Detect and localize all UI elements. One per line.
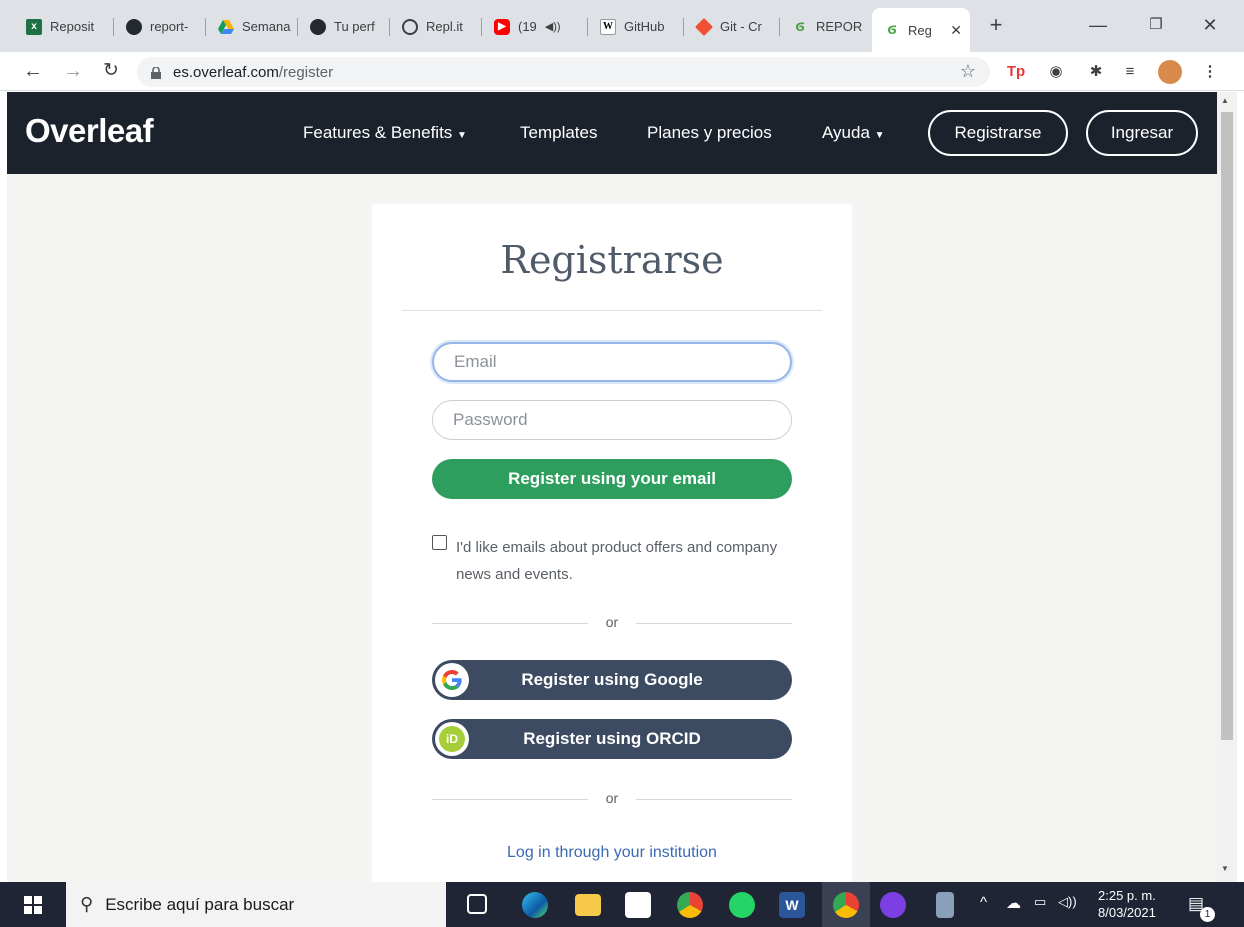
nav-templates[interactable]: Templates — [520, 123, 597, 143]
git-icon — [694, 17, 714, 36]
caret-down-icon: ▼ — [457, 130, 467, 141]
or-separator: or — [432, 614, 792, 634]
overleaf-icon: ϭ — [887, 21, 897, 38]
audio-playing-icon: ◀)) — [544, 21, 561, 33]
store-icon[interactable] — [625, 892, 651, 918]
new-tab-button[interactable]: + — [974, 10, 1018, 40]
browser-tab[interactable]: Repl.it — [390, 9, 482, 44]
file-explorer-icon[interactable] — [575, 894, 601, 916]
wikipedia-icon: W — [600, 18, 616, 35]
bookmark-star-icon[interactable]: ☆ — [960, 61, 976, 82]
browser-tab[interactable]: x Reposit — [14, 9, 114, 44]
nav-register-button[interactable]: Registrarse — [928, 110, 1068, 156]
notification-count-badge: 1 — [1200, 907, 1215, 922]
taskbar-search-box[interactable]: ⚲ Escribe aquí para buscar — [66, 882, 446, 927]
nav-login-button[interactable]: Ingresar — [1086, 110, 1198, 156]
institution-login-link[interactable]: Log in through your institution — [372, 844, 852, 862]
browser-tab[interactable]: W GitHub — [588, 9, 684, 44]
page-viewport: Overleaf Features & Benefits ▼ Templates… — [7, 92, 1217, 882]
browser-menu-icon[interactable]: ⋮ — [1198, 60, 1222, 84]
checkbox-label: I'd like emails about product offers and… — [456, 539, 778, 583]
word-icon[interactable]: W — [779, 892, 805, 918]
password-input[interactable] — [432, 400, 792, 440]
youtube-icon: ▶ — [494, 18, 510, 35]
extensions-puzzle-icon[interactable]: ✱ — [1084, 60, 1108, 84]
nav-plans[interactable]: Planes y precios — [647, 123, 772, 143]
url-text: es.overleaf.com/register — [173, 63, 334, 81]
taskbar-clock[interactable]: 2:25 p. m. 8/03/2021 — [1098, 887, 1156, 921]
brave-icon[interactable] — [880, 892, 906, 918]
google-icon — [435, 663, 469, 697]
extension-tp-icon[interactable]: Tp — [1004, 60, 1028, 84]
extension-record-icon[interactable]: ◉ — [1044, 60, 1068, 84]
github-icon — [310, 18, 326, 35]
chrome-icon[interactable] — [677, 892, 703, 918]
browser-tab[interactable]: report- — [114, 9, 206, 44]
browser-tab[interactable]: ▶ (19 ◀)) — [482, 9, 588, 44]
scroll-up-arrow-icon[interactable]: ▲ — [1221, 96, 1229, 105]
back-button[interactable]: ← — [18, 56, 48, 86]
scrollbar-thumb[interactable] — [1221, 112, 1233, 740]
replit-icon — [402, 18, 418, 35]
email-input[interactable] — [432, 342, 792, 382]
register-email-button[interactable]: Register using your email — [432, 459, 792, 499]
excel-icon: x — [26, 18, 42, 35]
google-drive-icon — [218, 19, 234, 35]
caret-down-icon: ▼ — [874, 130, 885, 141]
onedrive-icon[interactable]: ☁ — [1006, 894, 1021, 912]
page-scrollbar[interactable]: ▲ ▼ — [1217, 92, 1237, 882]
register-orcid-button[interactable]: iD Register using ORCID — [432, 719, 792, 759]
browser-tab-strip: x Reposit report- Semana Tu perf Repl.it… — [0, 0, 1244, 52]
page-title: Registrarse — [500, 238, 724, 282]
browser-toolbar: ← → ↻ es.overleaf.com/register ☆ Tp ◉ ✱ … — [0, 52, 1244, 91]
search-icon: ⚲ — [80, 894, 94, 914]
tray-expand-icon[interactable]: ^ — [980, 894, 987, 911]
whatsapp-icon[interactable] — [729, 892, 755, 918]
or-separator: or — [432, 790, 792, 810]
nav-help-dropdown[interactable]: Ayuda ▼ — [822, 123, 885, 143]
address-bar[interactable]: es.overleaf.com/register ☆ — [137, 57, 990, 87]
volume-icon[interactable]: ◁)) — [1058, 894, 1077, 910]
windows-logo-icon — [24, 895, 42, 914]
browser-tab[interactable]: Tu perf — [298, 9, 390, 44]
orcid-icon: iD — [435, 722, 469, 756]
media-control-icon[interactable]: ≡ — [1118, 60, 1142, 84]
github-icon — [126, 18, 142, 35]
overleaf-icon: ϭ — [795, 17, 805, 35]
forward-button[interactable]: → — [58, 56, 88, 86]
close-window-button[interactable]: ✕ — [1188, 10, 1232, 40]
divider — [402, 310, 822, 311]
marketing-emails-checkbox[interactable] — [432, 535, 447, 550]
overleaf-logo[interactable]: Overleaf — [25, 112, 154, 150]
minimize-button[interactable]: — — [1076, 10, 1120, 40]
reload-button[interactable]: ↻ — [96, 56, 126, 86]
browser-tab-active[interactable]: ϭ Reg ✕ — [872, 8, 970, 52]
browser-tab[interactable]: Git - Cr — [684, 9, 780, 44]
sd-card-icon[interactable] — [936, 892, 954, 918]
browser-tab[interactable]: Semana — [206, 9, 298, 44]
edge-icon[interactable] — [522, 892, 548, 918]
profile-avatar[interactable] — [1158, 60, 1182, 84]
scroll-down-arrow-icon[interactable]: ▼ — [1221, 864, 1229, 873]
register-card: Registrarse Register using your email I'… — [372, 204, 852, 882]
register-google-button[interactable]: Register using Google — [432, 660, 792, 700]
close-icon[interactable]: ✕ — [950, 22, 962, 39]
network-icon[interactable]: ▭ — [1034, 894, 1046, 910]
overleaf-navbar: Overleaf Features & Benefits ▼ Templates… — [7, 92, 1217, 174]
restore-button[interactable]: ❐ — [1134, 10, 1178, 40]
lock-icon — [151, 66, 161, 79]
windows-start-button[interactable] — [0, 882, 66, 927]
browser-tab[interactable]: ϭ REPOR — [780, 9, 872, 44]
task-view-icon[interactable] — [467, 894, 487, 914]
chrome-profile-active-icon[interactable] — [822, 882, 870, 927]
windows-taskbar: ⚲ Escribe aquí para buscar W ^ ☁ ▭ ◁)) 2… — [0, 882, 1244, 927]
nav-features-dropdown[interactable]: Features & Benefits ▼ — [303, 123, 467, 143]
